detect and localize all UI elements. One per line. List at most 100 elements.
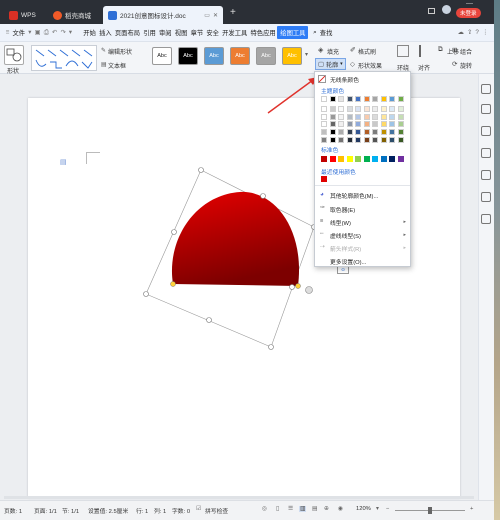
color-swatch[interactable] (338, 137, 344, 143)
eye-icon[interactable]: ◉ (338, 506, 343, 512)
color-swatch[interactable] (321, 129, 327, 136)
tab-docer[interactable]: 稻壳商城 (48, 6, 96, 24)
zoom-dropdown-icon[interactable]: ▾ (376, 506, 379, 512)
color-swatch[interactable] (380, 105, 387, 112)
sidebar-style-icon[interactable] (481, 84, 491, 94)
color-swatch[interactable] (355, 137, 361, 143)
color-swatch[interactable] (329, 121, 336, 128)
page-view-icon[interactable]: ▥ (299, 506, 307, 512)
color-swatch[interactable] (338, 129, 344, 136)
menu-drawing-tools[interactable]: 绘图工具 (277, 26, 309, 39)
color-swatch[interactable] (338, 96, 344, 102)
recent-color-swatch[interactable] (321, 176, 327, 182)
standard-color-swatch[interactable] (346, 156, 353, 162)
menu-insert[interactable]: 插入 (97, 28, 113, 37)
menu-security[interactable]: 安全 (205, 28, 221, 37)
menu-features[interactable]: 特色应用 (249, 28, 277, 37)
outline-view-icon[interactable]: ☰ (288, 506, 293, 512)
menu-icon[interactable]: ≡ (4, 29, 11, 36)
color-swatch[interactable] (363, 121, 370, 128)
color-swatch[interactable] (363, 96, 370, 102)
line-styles-gallery[interactable] (31, 45, 97, 71)
color-swatch[interactable] (389, 121, 395, 128)
rotate-handle-icon[interactable] (305, 286, 313, 294)
color-swatch[interactable] (389, 137, 395, 143)
standard-color-swatch[interactable] (321, 156, 327, 162)
shape-button[interactable] (4, 45, 24, 65)
sidebar-backup-icon[interactable] (481, 192, 491, 202)
color-swatch[interactable] (372, 137, 378, 143)
color-swatch[interactable] (329, 113, 336, 120)
fill-button[interactable]: 填充 (327, 47, 339, 56)
close-tab-icon[interactable]: ✕ (213, 12, 218, 19)
dash-type-item[interactable]: 虚线线型(S) (330, 231, 361, 240)
monitor-icon[interactable]: ▭ (204, 12, 210, 19)
zoom-in-icon[interactable]: + (470, 506, 473, 512)
align-button[interactable]: 对齐 (418, 63, 430, 72)
color-swatch[interactable] (338, 113, 344, 120)
textbox-button[interactable]: 文本框 (108, 61, 126, 70)
color-swatch[interactable] (355, 105, 361, 112)
sidebar-tools-icon[interactable] (481, 126, 491, 136)
sidebar-select-icon[interactable] (481, 104, 491, 114)
horizontal-scrollbar[interactable] (4, 496, 474, 499)
color-swatch[interactable] (363, 137, 370, 143)
tab-wps[interactable]: WPS (4, 6, 41, 24)
menu-review[interactable]: 审阅 (157, 28, 173, 37)
menu-chapter[interactable]: 章节 (189, 28, 205, 37)
color-swatch[interactable] (338, 105, 344, 112)
sidebar-share-icon[interactable] (481, 170, 491, 180)
more-icon[interactable]: ⋮ (481, 29, 490, 36)
color-swatch[interactable] (389, 113, 395, 120)
color-swatch[interactable] (397, 96, 404, 102)
adjust-handle-left[interactable] (170, 281, 176, 287)
color-swatch[interactable] (397, 129, 404, 136)
color-swatch[interactable] (329, 137, 336, 143)
more-colors-item[interactable]: 其他轮廓颜色(M)... (330, 191, 378, 200)
zoom-slider-thumb[interactable] (428, 507, 432, 514)
globe-icon[interactable]: ⊕ (324, 506, 329, 512)
share-icon[interactable]: ⇪ (465, 29, 473, 36)
color-swatch[interactable] (372, 129, 378, 136)
color-swatch[interactable] (329, 96, 336, 102)
color-swatch[interactable] (372, 96, 378, 102)
color-swatch[interactable] (363, 105, 370, 112)
color-swatch[interactable] (397, 105, 404, 112)
eyedropper-item[interactable]: 取色器(E) (330, 205, 355, 214)
color-swatch[interactable] (380, 96, 387, 102)
color-swatch[interactable] (329, 105, 336, 112)
web-view-icon[interactable]: ▤ (312, 506, 317, 512)
more-dropdown-icon[interactable]: ▾ (67, 29, 73, 36)
help-icon[interactable]: ? (474, 29, 481, 36)
layout-icon[interactable] (428, 8, 435, 14)
zoom-out-icon[interactable]: − (386, 506, 389, 512)
standard-color-swatch[interactable] (380, 156, 387, 162)
menu-developer[interactable]: 开发工具 (221, 28, 249, 37)
avatar[interactable] (442, 5, 451, 14)
group-button[interactable]: 组合 (460, 47, 472, 56)
style-thumb-3[interactable]: Abc (204, 47, 224, 65)
standard-color-swatch[interactable] (355, 156, 361, 162)
standard-color-swatch[interactable] (363, 156, 370, 162)
read-mode-icon[interactable]: ▯ (276, 506, 279, 512)
print-icon[interactable]: ⎙ (42, 29, 50, 37)
style-thumb-2[interactable]: Abc (178, 47, 198, 65)
color-swatch[interactable] (372, 105, 378, 112)
format-painter-button[interactable]: 格式刷 (358, 47, 376, 56)
color-swatch[interactable] (389, 96, 395, 102)
color-swatch[interactable] (346, 121, 353, 128)
style-thumb-4[interactable]: Abc (230, 47, 250, 65)
adjust-handle-right[interactable] (295, 283, 301, 289)
status-spell[interactable]: 拼写检查 (205, 506, 228, 515)
color-swatch[interactable] (346, 96, 353, 102)
color-swatch[interactable] (321, 113, 327, 120)
color-swatch[interactable] (355, 121, 361, 128)
color-swatch[interactable] (346, 137, 353, 143)
menu-layout[interactable]: 页面布局 (113, 28, 141, 37)
style-thumb-5[interactable]: Abc (256, 47, 276, 65)
menu-view[interactable]: 视图 (173, 28, 189, 37)
cloud-icon[interactable]: ☁ (456, 29, 465, 36)
standard-color-swatch[interactable] (397, 156, 404, 162)
outline-button[interactable]: ▢ 轮廓 ▾ (315, 58, 346, 70)
zoom-level[interactable]: 120% (356, 506, 371, 512)
